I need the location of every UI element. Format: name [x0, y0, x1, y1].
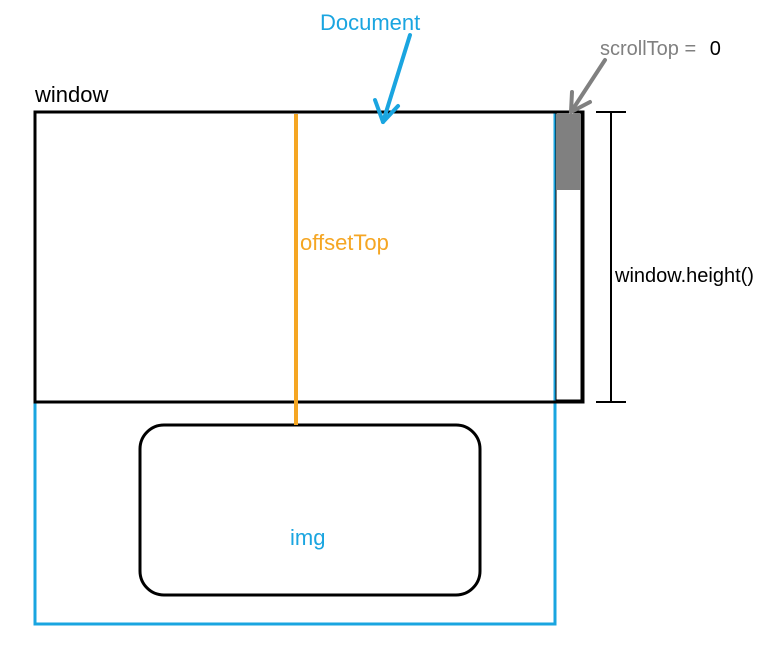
scrolltop-label: scrollTop = 0	[600, 38, 721, 61]
scrolltop-arrow	[571, 60, 605, 112]
diagram-svg	[0, 0, 770, 657]
scrollbar-thumb	[557, 114, 580, 190]
scrollbar-track	[556, 113, 581, 400]
document-arrow	[375, 35, 410, 122]
window-rect	[35, 112, 583, 402]
windowheight-label: window.height()	[615, 265, 754, 288]
img-rect	[140, 425, 480, 595]
scrolltop-value: 0	[710, 38, 721, 60]
windowheight-bracket	[596, 112, 626, 402]
document-label: Document	[320, 10, 420, 36]
img-label: img	[290, 525, 325, 551]
window-label: window	[35, 82, 108, 108]
scrolltop-text: scrollTop =	[600, 38, 696, 60]
offsettop-label: offsetTop	[300, 230, 389, 256]
